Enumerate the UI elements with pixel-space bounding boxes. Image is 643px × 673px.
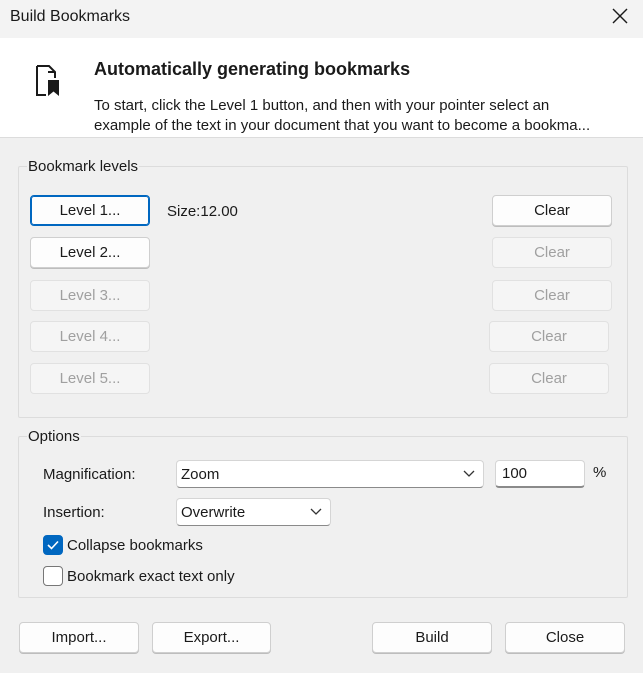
clear-level-4-button[interactable]: Clear: [489, 321, 609, 352]
collapse-bookmarks-checkbox[interactable]: [43, 535, 63, 555]
export-button[interactable]: Export...: [152, 622, 271, 653]
clear-level-1-button[interactable]: Clear: [492, 195, 612, 226]
header-panel: Automatically generating bookmarks To st…: [0, 38, 643, 138]
header-description-line-2: example of the text in your document tha…: [94, 117, 591, 134]
insertion-select[interactable]: Overwrite: [176, 498, 331, 526]
insertion-label: Insertion:: [43, 504, 105, 521]
level-1-button[interactable]: Level 1...: [30, 195, 150, 226]
close-button[interactable]: Close: [505, 622, 625, 653]
magnification-select[interactable]: Zoom: [176, 460, 484, 488]
level-4-button[interactable]: Level 4...: [30, 321, 150, 352]
collapse-bookmarks-label[interactable]: Collapse bookmarks: [67, 537, 203, 554]
insertion-value: Overwrite: [181, 503, 246, 521]
exact-text-checkbox[interactable]: [43, 566, 63, 586]
title-bar: Build Bookmarks: [0, 0, 643, 38]
level-5-button[interactable]: Level 5...: [30, 363, 150, 394]
options-label: Options: [27, 428, 81, 445]
level-2-button[interactable]: Level 2...: [30, 237, 150, 268]
header-title: Automatically generating bookmarks: [94, 59, 411, 79]
clear-level-2-button[interactable]: Clear: [492, 237, 612, 268]
checkmark-icon: [47, 540, 59, 550]
chevron-down-icon: [463, 470, 475, 477]
window-title: Build Bookmarks: [10, 8, 131, 25]
magnification-label: Magnification:: [43, 466, 136, 483]
zoom-percent-input[interactable]: 100: [495, 460, 585, 488]
chevron-down-icon: [310, 508, 322, 515]
close-icon[interactable]: [611, 7, 629, 25]
header-description-line-1: To start, click the Level 1 button, and …: [94, 97, 550, 114]
exact-text-label[interactable]: Bookmark exact text only: [67, 568, 235, 585]
bookmark-document-icon: [36, 65, 59, 96]
clear-level-3-button[interactable]: Clear: [492, 280, 612, 311]
bookmark-levels-label: Bookmark levels: [27, 158, 140, 175]
percent-sign: %: [593, 464, 607, 481]
import-button[interactable]: Import...: [19, 622, 139, 653]
zoom-percent-value: 100: [502, 465, 528, 482]
level-3-button[interactable]: Level 3...: [30, 280, 150, 311]
size-text: Size:12.00: [167, 203, 238, 220]
magnification-value: Zoom: [181, 465, 220, 483]
header-description: To start, click the Level 1 button, and …: [94, 96, 636, 136]
clear-level-5-button[interactable]: Clear: [489, 363, 609, 394]
build-button[interactable]: Build: [372, 622, 492, 653]
